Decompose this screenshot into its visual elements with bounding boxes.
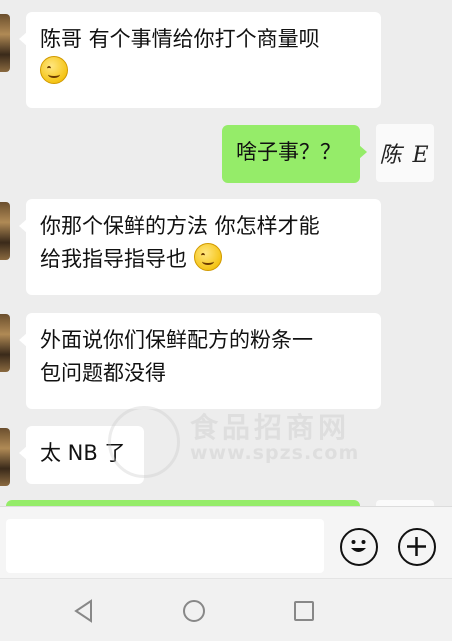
- message-bubble-4[interactable]: 外面说你们保鲜配方的粉条一 包问题都没得: [19, 313, 381, 409]
- smile-icon: [351, 540, 366, 552]
- message-input[interactable]: [6, 519, 324, 573]
- watermark-en: www.spzs.com: [190, 442, 360, 464]
- plus-icon: [407, 537, 426, 556]
- avatar[interactable]: [0, 428, 10, 486]
- recents-square-icon[interactable]: [290, 597, 318, 625]
- message-text-line1: 外面说你们保鲜配方的粉条一: [40, 328, 313, 352]
- message-text-line2: 包问题都没得: [40, 361, 166, 385]
- more-button[interactable]: [398, 528, 436, 566]
- message-text-line1: 你那个保鲜的方法 你怎样才能: [40, 214, 320, 238]
- message-bubble-3[interactable]: 你那个保鲜的方法 你怎样才能 给我指导指导也: [19, 199, 381, 295]
- avatar-text: 陈 E: [379, 143, 431, 168]
- chat-area[interactable]: 陈哥 有个事情给你打个商量呗 陈 E 啥子事？？ 你那个保鲜的方法 你怎样才能 …: [0, 0, 452, 506]
- avatar[interactable]: 陈 E: [376, 124, 434, 182]
- input-bar: [0, 506, 452, 579]
- message-bubble-2[interactable]: 啥子事？？: [222, 125, 367, 183]
- avatar[interactable]: [0, 202, 10, 260]
- grinning-face-icon: [40, 56, 68, 84]
- smiling-face-icon: [193, 243, 222, 271]
- message-bubble-5[interactable]: 太 NB 了: [19, 426, 144, 484]
- avatar[interactable]: [0, 314, 10, 372]
- message-bubble-1[interactable]: 陈哥 有个事情给你打个商量呗: [19, 12, 381, 108]
- message-text: 太 NB 了: [40, 441, 126, 465]
- home-circle-icon[interactable]: [180, 597, 208, 625]
- emoji-button[interactable]: [340, 528, 378, 566]
- navigation-bar: [0, 578, 452, 641]
- message-text: 啥子事？？: [236, 140, 341, 164]
- message-text-line2: 给我指导指导也: [40, 247, 187, 271]
- watermark: 食品招商网 www.spzs.com: [108, 400, 398, 478]
- avatar[interactable]: [0, 14, 10, 72]
- watermark-cn: 食品招商网: [190, 411, 351, 444]
- message-text: 陈哥 有个事情给你打个商量呗: [40, 27, 320, 51]
- back-triangle-icon[interactable]: [70, 597, 98, 625]
